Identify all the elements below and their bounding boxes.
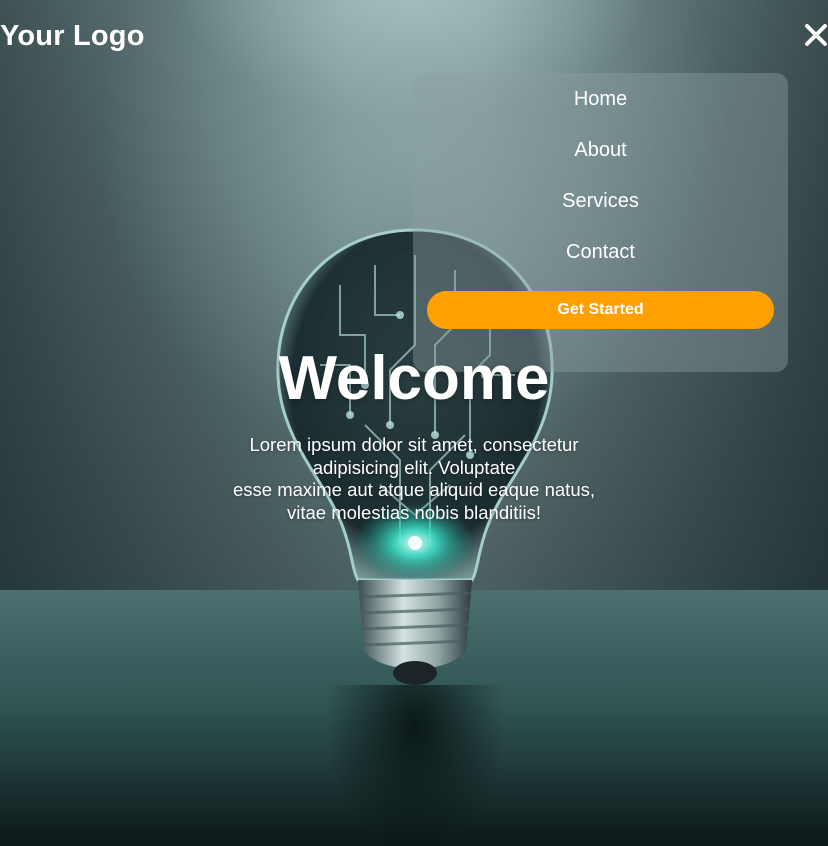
get-started-button[interactable]: Get Started [427, 291, 774, 329]
hero-description-line: Lorem ipsum dolor sit amet, consectetur [249, 434, 579, 455]
hero-description-line: esse maxime aut atque aliquid eaque natu… [232, 479, 595, 500]
dropdown-menu: Home About Services Contact Get Started [413, 73, 788, 372]
hero-title: Welcome [278, 344, 550, 413]
menu-item-about[interactable]: About [413, 139, 788, 162]
menu-item-home[interactable]: Home [413, 88, 788, 111]
menu-item-services[interactable]: Services [413, 190, 788, 213]
hero-description-line: adipisicing elit. Voluptate [312, 456, 516, 478]
hero-description: Lorem ipsum dolor sit amet, consectetur … [0, 434, 828, 524]
menu-item-contact[interactable]: Contact [413, 241, 788, 264]
logo[interactable]: Your Logo [0, 20, 145, 53]
hero-description-line: vitae molestias nobis blanditiis! [287, 501, 541, 523]
close-icon[interactable] [803, 22, 828, 48]
